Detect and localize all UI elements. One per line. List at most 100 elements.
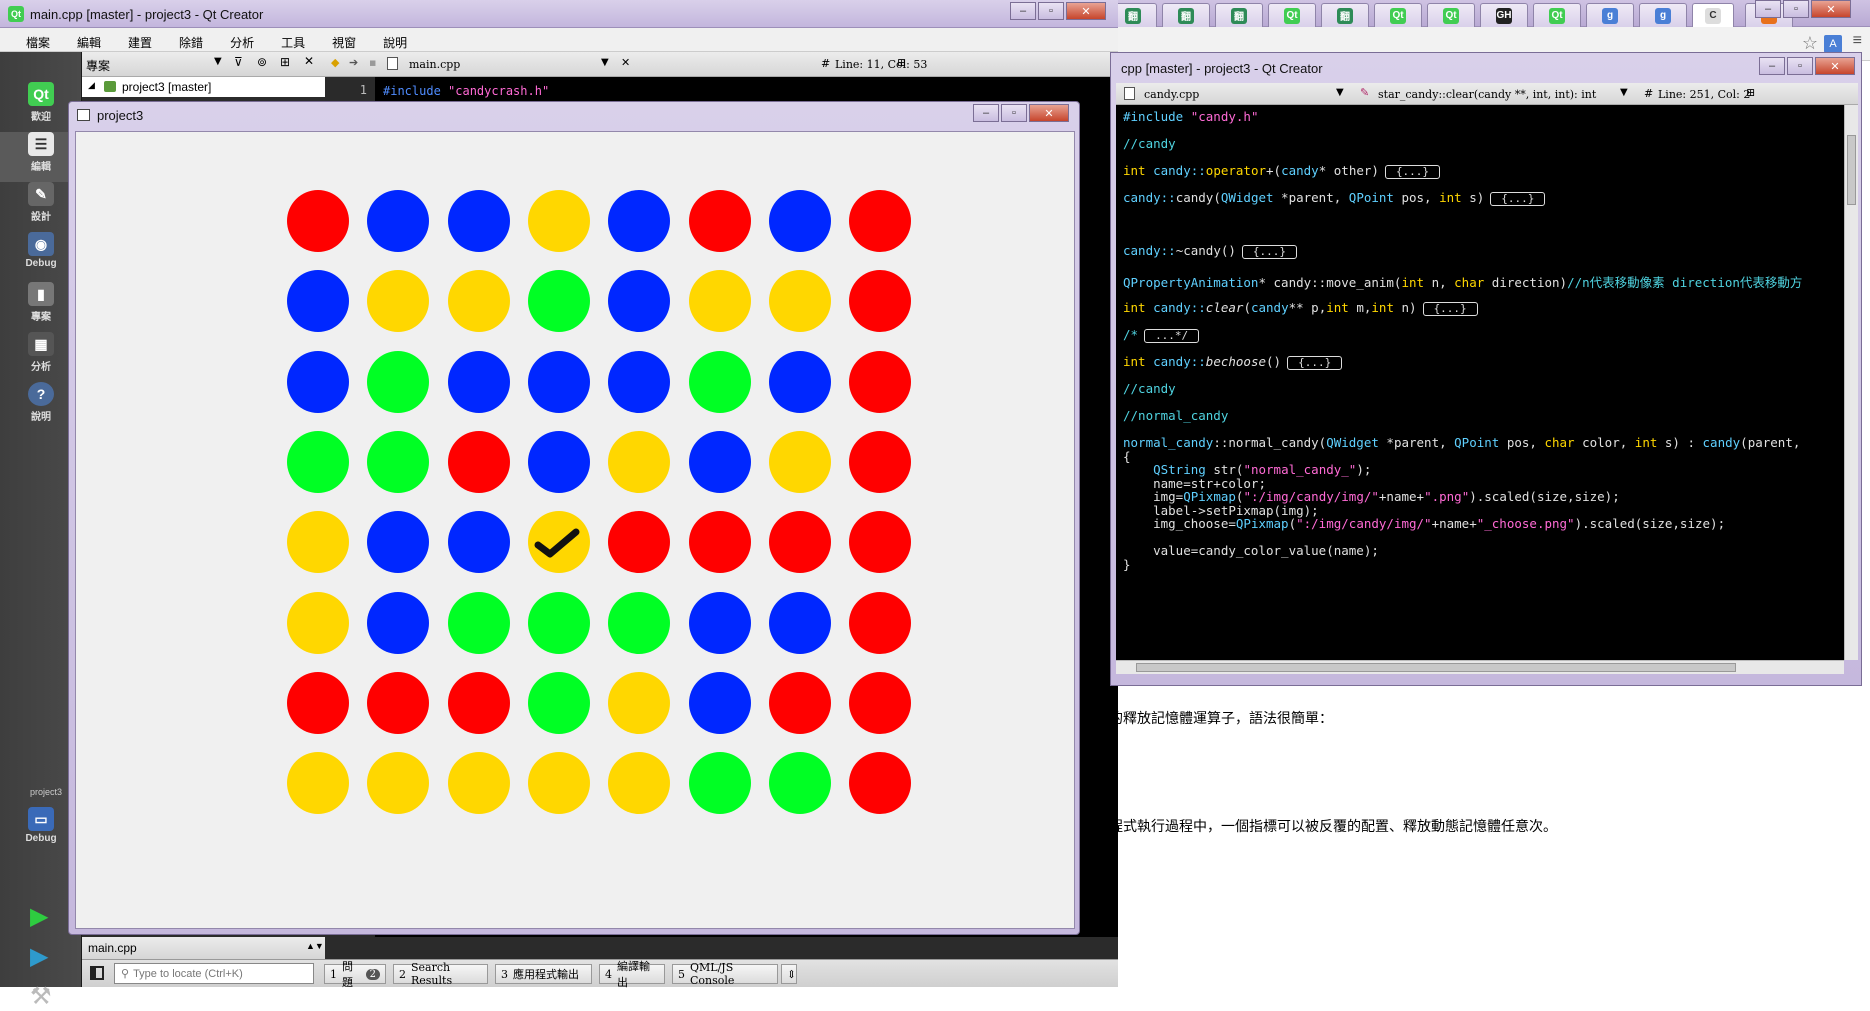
candy-yellow[interactable] [287, 511, 349, 573]
split-icon[interactable]: ⊞ [280, 55, 290, 69]
fold-marker[interactable]: {...} [1384, 165, 1441, 179]
candy-green[interactable] [608, 592, 670, 654]
candy-red[interactable] [367, 672, 429, 734]
close-button[interactable]: ✕ [1029, 104, 1069, 122]
candy-red[interactable] [689, 190, 751, 252]
candy-blue[interactable] [448, 511, 510, 573]
open-document-label[interactable]: main.cpp [88, 941, 137, 955]
minimize-button[interactable]: – [1759, 57, 1785, 75]
candy-red[interactable] [849, 431, 911, 493]
fold-marker[interactable]: {...} [1241, 245, 1298, 259]
candy-red[interactable] [849, 672, 911, 734]
candy-blue[interactable] [769, 351, 831, 413]
close-button[interactable]: ✕ [1066, 2, 1106, 20]
browser-tab[interactable]: g [1586, 3, 1634, 27]
star-icon[interactable]: ☆ [1802, 33, 1818, 54]
candy-yellow[interactable] [367, 270, 429, 332]
close-button[interactable]: ✕ [1811, 0, 1851, 18]
candy-green[interactable] [528, 672, 590, 734]
output-pane-button[interactable]: 5 QML/JS Console [672, 961, 778, 987]
candy-blue[interactable] [608, 270, 670, 332]
candy-red[interactable] [287, 672, 349, 734]
expand-arrow-icon[interactable]: ◢ [88, 80, 95, 91]
candy-blue[interactable] [769, 190, 831, 252]
candy-blue[interactable] [287, 351, 349, 413]
menu-item[interactable]: 除錯 [165, 28, 216, 51]
candy-yellow[interactable] [287, 592, 349, 654]
close-pane-icon[interactable]: ✕ [304, 54, 314, 68]
maximize-button[interactable]: ▫ [1787, 57, 1813, 75]
candy-red[interactable] [769, 672, 831, 734]
candy-yellow[interactable] [608, 672, 670, 734]
output-pane-button[interactable]: 1 問題 2 [324, 960, 386, 989]
candy-red[interactable] [849, 511, 911, 573]
menu-item[interactable]: 工具 [267, 28, 318, 51]
browser-tab[interactable]: 翻 [1215, 3, 1263, 27]
current-symbol[interactable]: star_candy::clear(candy **, int, int): i… [1378, 88, 1596, 101]
candy-blue[interactable] [528, 431, 590, 493]
candy-green[interactable] [448, 592, 510, 654]
candy-red[interactable] [608, 511, 670, 573]
maximize-button[interactable]: ▫ [1038, 2, 1064, 20]
candy-blue[interactable] [448, 190, 510, 252]
close-file-icon[interactable]: ✕ [621, 56, 630, 69]
split-editor-icon[interactable]: ⊞ [1746, 86, 1755, 99]
candy-red[interactable] [769, 511, 831, 573]
browser-tab[interactable]: 翻 [1162, 3, 1210, 27]
candy-yellow[interactable] [769, 431, 831, 493]
minimize-button[interactable]: – [973, 104, 999, 122]
close-button[interactable]: ✕ [1815, 57, 1855, 75]
browser-tab[interactable]: Qt [1427, 3, 1475, 27]
output-pane-button[interactable]: 4 編譯輸出 [599, 960, 665, 989]
vertical-scrollbar[interactable] [1844, 105, 1858, 660]
menu-item[interactable]: 分析 [216, 28, 267, 51]
maximize-button[interactable]: ▫ [1001, 104, 1027, 122]
browser-tab[interactable]: Qt [1533, 3, 1581, 27]
menu-item[interactable]: 編輯 [63, 28, 114, 51]
candy-red[interactable] [448, 431, 510, 493]
browser-tab[interactable]: GH [1480, 3, 1528, 27]
candy-green[interactable] [689, 351, 751, 413]
candy-blue[interactable] [689, 592, 751, 654]
browser-tab[interactable]: 翻 [1321, 3, 1369, 27]
project-tree-item[interactable]: project3 [master] [122, 80, 211, 94]
symbol-dropdown-icon[interactable]: ▼ [1620, 87, 1628, 98]
toggle-sidebar-icon[interactable] [90, 966, 104, 980]
candy-green[interactable] [769, 752, 831, 814]
output-pane-button[interactable]: 2 Search Results [393, 961, 488, 987]
build-icon[interactable]: ⚒ [30, 982, 52, 1011]
candy-blue[interactable] [689, 431, 751, 493]
candy-red[interactable] [849, 190, 911, 252]
candy-yellow[interactable] [769, 270, 831, 332]
candy-blue[interactable] [367, 592, 429, 654]
browser-tab[interactable]: g [1639, 3, 1687, 27]
maximize-button[interactable]: ▫ [1783, 0, 1809, 18]
menu-icon[interactable]: ≡ [1853, 32, 1862, 50]
more-panes-button[interactable]: ⇕ [781, 964, 797, 984]
debug-run-icon[interactable]: ▶ [30, 942, 48, 971]
menu-item[interactable]: 說明 [369, 28, 420, 51]
candy-yellow[interactable] [528, 511, 590, 573]
file-dropdown-icon[interactable]: ▼ [601, 57, 609, 68]
candy-green[interactable] [367, 431, 429, 493]
candy-blue[interactable] [769, 592, 831, 654]
candy-green[interactable] [689, 752, 751, 814]
cpp-code-area[interactable]: #include "candy.h" //candy int candy::op… [1116, 105, 1844, 660]
candy-red[interactable] [448, 672, 510, 734]
menu-item[interactable]: 檔案 [12, 28, 63, 51]
forward-arrow-icon[interactable]: ➔ [349, 56, 358, 69]
run-icon[interactable]: ▶ [30, 902, 48, 931]
candy-green[interactable] [528, 592, 590, 654]
candy-yellow[interactable] [367, 752, 429, 814]
candy-yellow[interactable] [287, 752, 349, 814]
cpp-open-file[interactable]: candy.cpp [1144, 88, 1199, 101]
fold-marker[interactable]: {...} [1490, 192, 1546, 206]
doc-dropdown-icon[interactable]: ▲▼ [306, 941, 324, 951]
candy-blue[interactable] [448, 351, 510, 413]
candy-red[interactable] [849, 752, 911, 814]
candy-blue[interactable] [367, 511, 429, 573]
candy-blue[interactable] [287, 270, 349, 332]
locator-input[interactable]: ⚲ Type to locate (Ctrl+K) [114, 963, 314, 984]
candy-yellow[interactable] [608, 752, 670, 814]
minimize-button[interactable]: – [1010, 2, 1036, 20]
